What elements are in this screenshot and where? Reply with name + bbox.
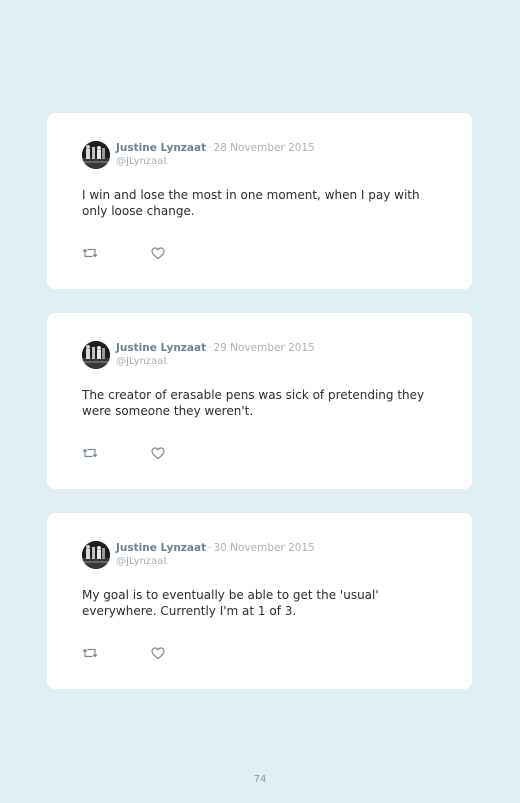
author-handle[interactable]: @JLynzaat xyxy=(116,355,315,368)
author-name[interactable]: Justine Lynzaat xyxy=(116,542,206,554)
avatar[interactable] xyxy=(82,541,110,569)
retweet-icon[interactable] xyxy=(81,244,99,262)
meta-separator: · xyxy=(208,542,212,554)
author-name[interactable]: Justine Lynzaat xyxy=(116,142,206,154)
tweet-card: Justine Lynzaat · 28 November 2015 @JLynza… xyxy=(47,113,472,289)
author-handle[interactable]: @JLynzaat xyxy=(116,555,315,568)
meta-separator: · xyxy=(208,342,212,354)
tweet-text: I win and lose the most in one moment, w… xyxy=(82,188,420,218)
heart-icon[interactable] xyxy=(149,644,167,662)
retweet-icon[interactable] xyxy=(81,644,99,662)
avatar[interactable] xyxy=(82,341,110,369)
tweet-text: My goal is to eventually be able to get … xyxy=(82,588,379,618)
page-number: 74 xyxy=(253,774,267,785)
meta-separator: · xyxy=(208,142,212,154)
tweet-meta: Justine Lynzaat · 30 November 2015 @JLynza… xyxy=(116,542,315,568)
tweet-meta: Justine Lynzaat · 28 November 2015 @JLynza… xyxy=(116,142,315,168)
tweet-text: The creator of erasable pens was sick of… xyxy=(82,388,425,418)
avatar[interactable] xyxy=(82,141,110,169)
author-handle[interactable]: @JLynzaat xyxy=(116,155,315,168)
retweet-icon[interactable] xyxy=(81,444,99,462)
tweet-date[interactable]: 30 November 2015 xyxy=(213,542,314,554)
tweet-date[interactable]: 28 November 2015 xyxy=(213,142,314,154)
tweet-meta: Justine Lynzaat · 29 November 2015 @JLynza… xyxy=(116,342,315,368)
heart-icon[interactable] xyxy=(149,444,167,462)
tweet-date[interactable]: 29 November 2015 xyxy=(213,342,314,354)
author-name[interactable]: Justine Lynzaat xyxy=(116,342,206,354)
heart-icon[interactable] xyxy=(149,244,167,262)
tweet-card: Justine Lynzaat · 29 November 2015 @JLynza… xyxy=(47,313,472,489)
tweet-card: Justine Lynzaat · 30 November 2015 @JLynza… xyxy=(47,513,472,689)
